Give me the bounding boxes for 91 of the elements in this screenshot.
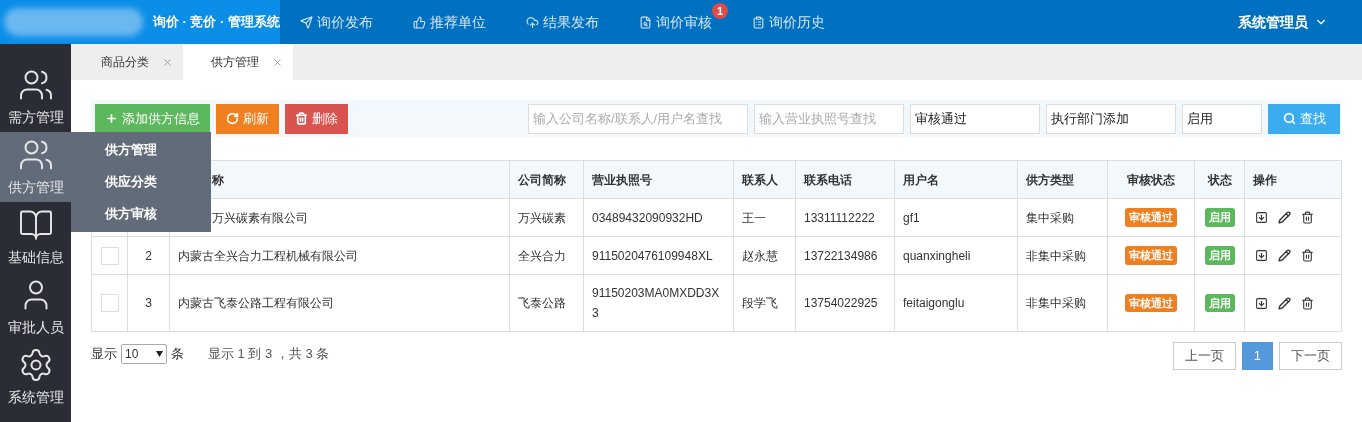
page-button[interactable]: 下一页 xyxy=(1279,342,1342,370)
filter-field[interactable]: 审核通过 xyxy=(910,103,1040,134)
sidebar-item[interactable]: 审批人员 xyxy=(0,272,71,342)
nav-link[interactable]: 询价历史 xyxy=(732,0,845,44)
trash-icon[interactable] xyxy=(1301,249,1314,262)
sidebar-item[interactable]: 基础信息 xyxy=(0,202,71,272)
table-cell-text: 飞泰公路 xyxy=(518,295,566,312)
pencil-icon[interactable] xyxy=(1278,249,1291,262)
toolbar-button[interactable]: 删除 xyxy=(285,103,348,134)
trash-icon[interactable] xyxy=(1301,211,1314,224)
status-badge: 审核通过 xyxy=(1125,208,1177,227)
notification-badge: 1 xyxy=(712,3,728,19)
column-header: 操作 xyxy=(1253,171,1277,189)
paper-plane-icon xyxy=(300,15,313,29)
nav-link[interactable]: 推荐单位 xyxy=(393,0,506,44)
column-header: 公司简称 xyxy=(518,171,566,189)
table-cell-text: 非集中采购 xyxy=(1026,247,1086,265)
page-size-label: 显示 xyxy=(91,345,117,364)
table-cell-text: 内蒙古全兴合力工程机械有限公司 xyxy=(178,247,358,265)
status-badge: 审核通过 xyxy=(1125,246,1177,265)
page-size-unit: 条 xyxy=(171,345,184,364)
close-icon[interactable] xyxy=(272,56,283,68)
flyout-menu-item[interactable]: 供方管理 xyxy=(71,134,211,166)
view-icon[interactable] xyxy=(1255,296,1268,310)
status-badge: 启用 xyxy=(1204,293,1235,313)
row-checkbox[interactable] xyxy=(100,294,119,312)
column-header: 称 xyxy=(212,171,224,189)
search-icon xyxy=(1282,112,1296,125)
status-badge: 启用 xyxy=(1204,208,1235,227)
table-cell-text: 非集中采购 xyxy=(1026,295,1086,312)
column-header: 联系电话 xyxy=(804,171,852,189)
table-cell-text: 13754022925 xyxy=(804,295,878,312)
table-cell-text: quanxingheli xyxy=(903,247,971,265)
nav-link[interactable]: 询价审核 1 xyxy=(619,0,732,44)
pencil-icon[interactable] xyxy=(1278,296,1291,310)
column-header: 联系人 xyxy=(742,171,778,189)
page-button[interactable]: 1 xyxy=(1241,342,1273,370)
system-title: 询价 · 竞价 · 管理系统 xyxy=(152,13,280,32)
thumbs-up-icon xyxy=(413,15,426,29)
table-cell-text: 万兴碳素 xyxy=(518,209,566,227)
plus-icon xyxy=(105,112,118,125)
flyout-menu-item[interactable]: 供方审核 xyxy=(71,198,211,230)
table-cell-text: 集中采购 xyxy=(1026,209,1074,227)
filter-field[interactable]: 执行部门添加 xyxy=(1046,103,1176,134)
table-cell-text: 全兴合力 xyxy=(518,247,566,265)
table-cell-text: feitaigonglu xyxy=(903,295,965,312)
status-badge: 审核通过 xyxy=(1125,293,1177,313)
view-icon[interactable] xyxy=(1255,211,1268,224)
column-header: 状态 xyxy=(1207,171,1232,189)
table-cell-text: gf1 xyxy=(903,209,920,227)
sidebar-item[interactable]: 供方管理 xyxy=(0,132,71,202)
table-cell-text: 91150203MA0MXDD3X3 xyxy=(592,285,721,322)
column-header: 审核状态 xyxy=(1127,171,1175,189)
status-badge: 启用 xyxy=(1204,246,1235,265)
cloud-upload-icon xyxy=(526,15,539,29)
caret-icon xyxy=(156,351,163,357)
sidebar-item[interactable]: 系统管理 xyxy=(0,342,71,412)
page-size-select[interactable]: 10 xyxy=(121,344,167,364)
nav-link[interactable]: 询价发布 xyxy=(280,0,393,44)
table-cell-text: 内蒙古飞泰公路工程有限公司 xyxy=(178,295,334,312)
clipboard-icon xyxy=(752,15,765,29)
trash-icon xyxy=(295,112,308,125)
tab[interactable]: 供方管理 xyxy=(183,44,293,80)
table-cell-text: 段学飞 xyxy=(742,295,778,312)
nav-link[interactable]: 结果发布 xyxy=(506,0,619,44)
page-button[interactable]: 上一页 xyxy=(1172,342,1236,370)
user-menu[interactable]: 系统管理员 xyxy=(1238,11,1328,33)
pencil-icon[interactable] xyxy=(1278,211,1291,224)
refresh-icon xyxy=(226,112,239,125)
table-cell-text: 赵永慧 xyxy=(742,247,778,265)
view-icon[interactable] xyxy=(1255,249,1268,262)
table-cell-text: 9115020476109948XL xyxy=(592,247,713,265)
column-header: 供方类型 xyxy=(1026,171,1074,189)
row-checkbox[interactable] xyxy=(100,246,119,265)
table-cell-text: 万兴碳素有限公司 xyxy=(212,209,308,227)
column-header: 用户名 xyxy=(903,171,939,189)
flyout-menu-item[interactable]: 供应分类 xyxy=(71,166,211,198)
row-number: 2 xyxy=(145,247,152,265)
filter-field[interactable]: 输入公司名称/联系人/用户名查找 xyxy=(528,103,748,134)
trash-icon[interactable] xyxy=(1301,296,1314,310)
filter-field[interactable]: 输入营业执照号查找 xyxy=(754,103,904,134)
column-header: 营业执照号 xyxy=(592,171,652,189)
row-number: 3 xyxy=(145,295,152,312)
table-cell-text: 13722134986 xyxy=(804,247,878,265)
table-cell-text: 03489432090932HD xyxy=(592,209,703,227)
page-summary: 显示 1 到 3 ，共 3 条 xyxy=(208,345,330,364)
table-cell-text: 王一 xyxy=(742,209,766,227)
table-cell-text: 13311112222 xyxy=(804,209,875,227)
document-search-icon xyxy=(639,15,652,29)
filter-field[interactable]: 启用 xyxy=(1182,103,1262,134)
sidebar-item[interactable]: 需方管理 xyxy=(0,62,71,132)
